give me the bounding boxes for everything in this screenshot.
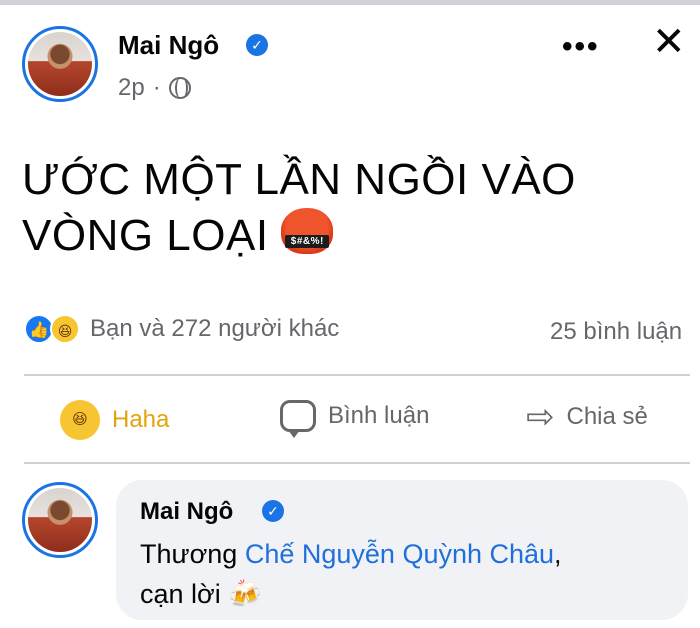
comment-author-name[interactable]: Mai Ngô	[140, 498, 233, 526]
comment-line-2-text: cạn lời	[140, 579, 221, 609]
haha-reaction-icon: 😆	[50, 314, 80, 344]
comments-count[interactable]: 25 bình luận	[550, 318, 682, 346]
share-button[interactable]: ⇨ Chia sẻ	[526, 400, 648, 434]
more-options-icon[interactable]: •••	[562, 30, 600, 64]
cursing-symbols: $#&%!	[285, 235, 330, 248]
share-label: Chia sẻ	[566, 403, 648, 430]
divider-top	[24, 374, 690, 376]
post-time[interactable]: 2p	[118, 74, 145, 102]
share-icon: ⇨	[526, 398, 555, 436]
comment-prefix: Thương	[140, 539, 238, 569]
mention-link[interactable]: Chế Nguyễn Quỳnh Châu	[245, 539, 554, 569]
comment-line-2: cạn lời 🍻	[140, 574, 660, 614]
comment-button[interactable]: Bình luận	[280, 400, 430, 438]
haha-label: Haha	[112, 406, 170, 433]
author-name[interactable]: Mai Ngô	[118, 30, 219, 61]
post-text-line-1: ƯỚC MỘT LẦN NGỒI VÀO	[22, 155, 576, 204]
comment-comma: ,	[554, 539, 562, 569]
avatar-image	[28, 32, 92, 96]
post-text-line-2-text: VÒNG LOẠI	[22, 211, 269, 260]
top-strip	[0, 0, 700, 5]
close-icon[interactable]: ✕	[652, 22, 686, 62]
comment-icon	[280, 400, 316, 438]
comment-line-1: Thương Chế Nguyễn Quỳnh Châu,	[140, 534, 660, 574]
haha-icon: 😆	[60, 400, 100, 440]
reaction-summary[interactable]: 👍 😆 Bạn và 272 người khác	[24, 314, 339, 344]
post-meta: 2p ·	[118, 74, 191, 102]
verified-badge-icon: ✓	[246, 34, 268, 56]
post-text-line-2: VÒNG LOẠI $#&%!	[22, 208, 622, 264]
comment-text: Thương Chế Nguyễn Quỳnh Châu, cạn lời 🍻	[140, 534, 660, 614]
author-avatar[interactable]	[22, 26, 98, 102]
beer-mugs-icon: 🍻	[228, 579, 262, 609]
commenter-avatar-image	[28, 488, 92, 552]
haha-button[interactable]: 😆 Haha	[60, 400, 169, 440]
globe-icon	[168, 77, 191, 99]
commenter-avatar[interactable]	[22, 482, 98, 558]
comment-verified-badge-icon: ✓	[262, 500, 284, 522]
reaction-count-text: Bạn và 272 người khác	[90, 315, 340, 342]
comment-label: Bình luận	[328, 402, 430, 429]
post-text: ƯỚC MỘT LẦN NGỒI VÀO VÒNG LOẠI $#&%!	[22, 152, 622, 264]
divider-bottom	[24, 462, 690, 464]
meta-separator: ·	[152, 74, 161, 101]
cursing-face-icon: $#&%!	[281, 208, 334, 254]
